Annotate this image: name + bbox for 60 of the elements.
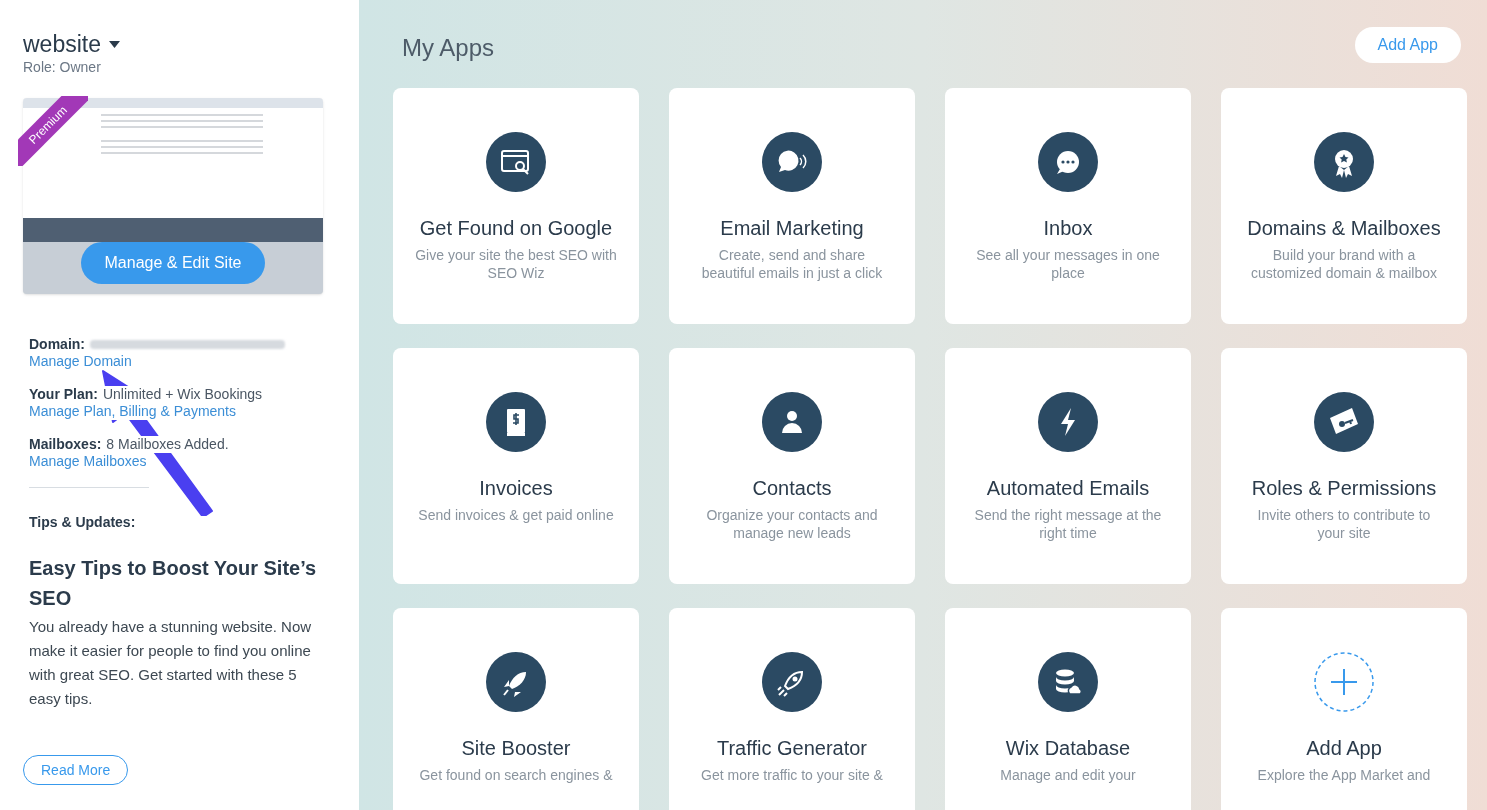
app-title: Automated Emails <box>986 476 1150 500</box>
app-description: See all your messages in one place <box>975 246 1161 282</box>
speech-bubble-icon <box>762 132 822 192</box>
person-icon <box>762 392 822 452</box>
lightning-bolt-icon <box>1038 392 1098 452</box>
app-card[interactable]: Add App Explore the App Market and <box>1221 608 1467 810</box>
app-description: Create, send and share beautiful emails in just a click <box>700 246 884 282</box>
app-title: Get Found on Google <box>419 216 613 240</box>
app-title: Inbox <box>1043 216 1093 240</box>
app-title: Domains & Mailboxes <box>1247 216 1441 240</box>
app-card[interactable]: Inbox See all your messages in one place <box>945 88 1191 324</box>
app-description: Send the right message at the right time <box>973 506 1163 542</box>
database-cloud-icon <box>1038 652 1098 712</box>
app-card[interactable]: Automated Emails Send the right message at the right time <box>945 348 1191 584</box>
app-description: Invite others to contribute to your site <box>1256 506 1432 542</box>
app-card[interactable]: Wix Database Manage and edit your <box>945 608 1191 810</box>
app-card[interactable]: Traffic Generator Get more traffic to your site & <box>669 608 915 810</box>
caret-icon[interactable] <box>109 40 120 48</box>
app-description: Build your brand with a customized domain & mailbox <box>1250 246 1438 282</box>
app-card[interactable]: Site Booster Get found on search engines & <box>393 608 639 810</box>
app-card[interactable]: Roles & Permissions Invite others to contribute to your site <box>1221 348 1467 584</box>
tip-text: You already have a stunning website. Now make it easier for people to find you online with great SEO. Get started with these 5 easy tips. <box>29 617 313 710</box>
detail-value: 8 Mailboxes Added. <box>106 436 229 454</box>
add-icon[interactable] <box>1314 652 1374 712</box>
app-description: Send invoices & get paid online <box>418 506 614 524</box>
rocket-icon <box>762 652 822 712</box>
browser-search-icon <box>486 132 546 192</box>
app-card[interactable]: Invoices Send invoices & get paid online <box>393 348 639 584</box>
app-title: Roles & Permissions <box>1251 476 1437 500</box>
tips-heading: Tips & Updates: <box>29 513 137 533</box>
app-description: Explore the App Market and <box>1257 766 1431 784</box>
app-title: Invoices <box>479 476 553 500</box>
tip-title[interactable]: Easy Tips to Boost Your Site’s SEO <box>29 553 323 614</box>
app-description: Get found on search engines & <box>419 766 613 784</box>
award-ribbon-icon <box>1314 132 1374 192</box>
detail-link[interactable]: Manage Domain <box>29 353 132 371</box>
app-description: Give your site the best SEO with SEO Wiz <box>415 246 617 282</box>
app-description: Manage and edit your <box>1000 766 1136 784</box>
app-card[interactable]: Domains & Mailboxes Build your brand with a customized domain & mailbox <box>1221 88 1467 324</box>
app-title: Site Booster <box>461 736 571 760</box>
chat-bubble-icon <box>1038 132 1098 192</box>
app-card[interactable]: Contacts Organize your contacts and manage new leads <box>669 348 915 584</box>
app-card[interactable]: Email Marketing Create, send and share beautiful emails in just a click <box>669 88 915 324</box>
app-description: Get more traffic to your site & <box>701 766 883 784</box>
app-description: Organize your contacts and manage new leads <box>705 506 879 542</box>
app-title: Email Marketing <box>720 216 864 240</box>
detail-value: Unlimited + Wix Bookings <box>102 386 263 404</box>
detail-link[interactable]: Manage Plan, Billing & Payments <box>29 403 236 421</box>
app-title: Traffic Generator <box>716 736 868 760</box>
rocket-icon <box>486 652 546 712</box>
app-title: Wix Database <box>1005 736 1131 760</box>
app-title: Add App <box>1306 736 1382 760</box>
detail-link[interactable]: Manage Mailboxes <box>29 453 147 471</box>
app-card[interactable]: Get Found on Google Give your site the best SEO with SEO Wiz <box>393 88 639 324</box>
app-title: Contacts <box>752 476 832 500</box>
site-name[interactable]: website <box>23 30 101 59</box>
key-card-icon <box>1314 392 1374 452</box>
role-text: Role: Owner <box>23 58 102 77</box>
page-title: My Apps <box>401 33 495 63</box>
dollar-document-icon <box>486 392 546 452</box>
